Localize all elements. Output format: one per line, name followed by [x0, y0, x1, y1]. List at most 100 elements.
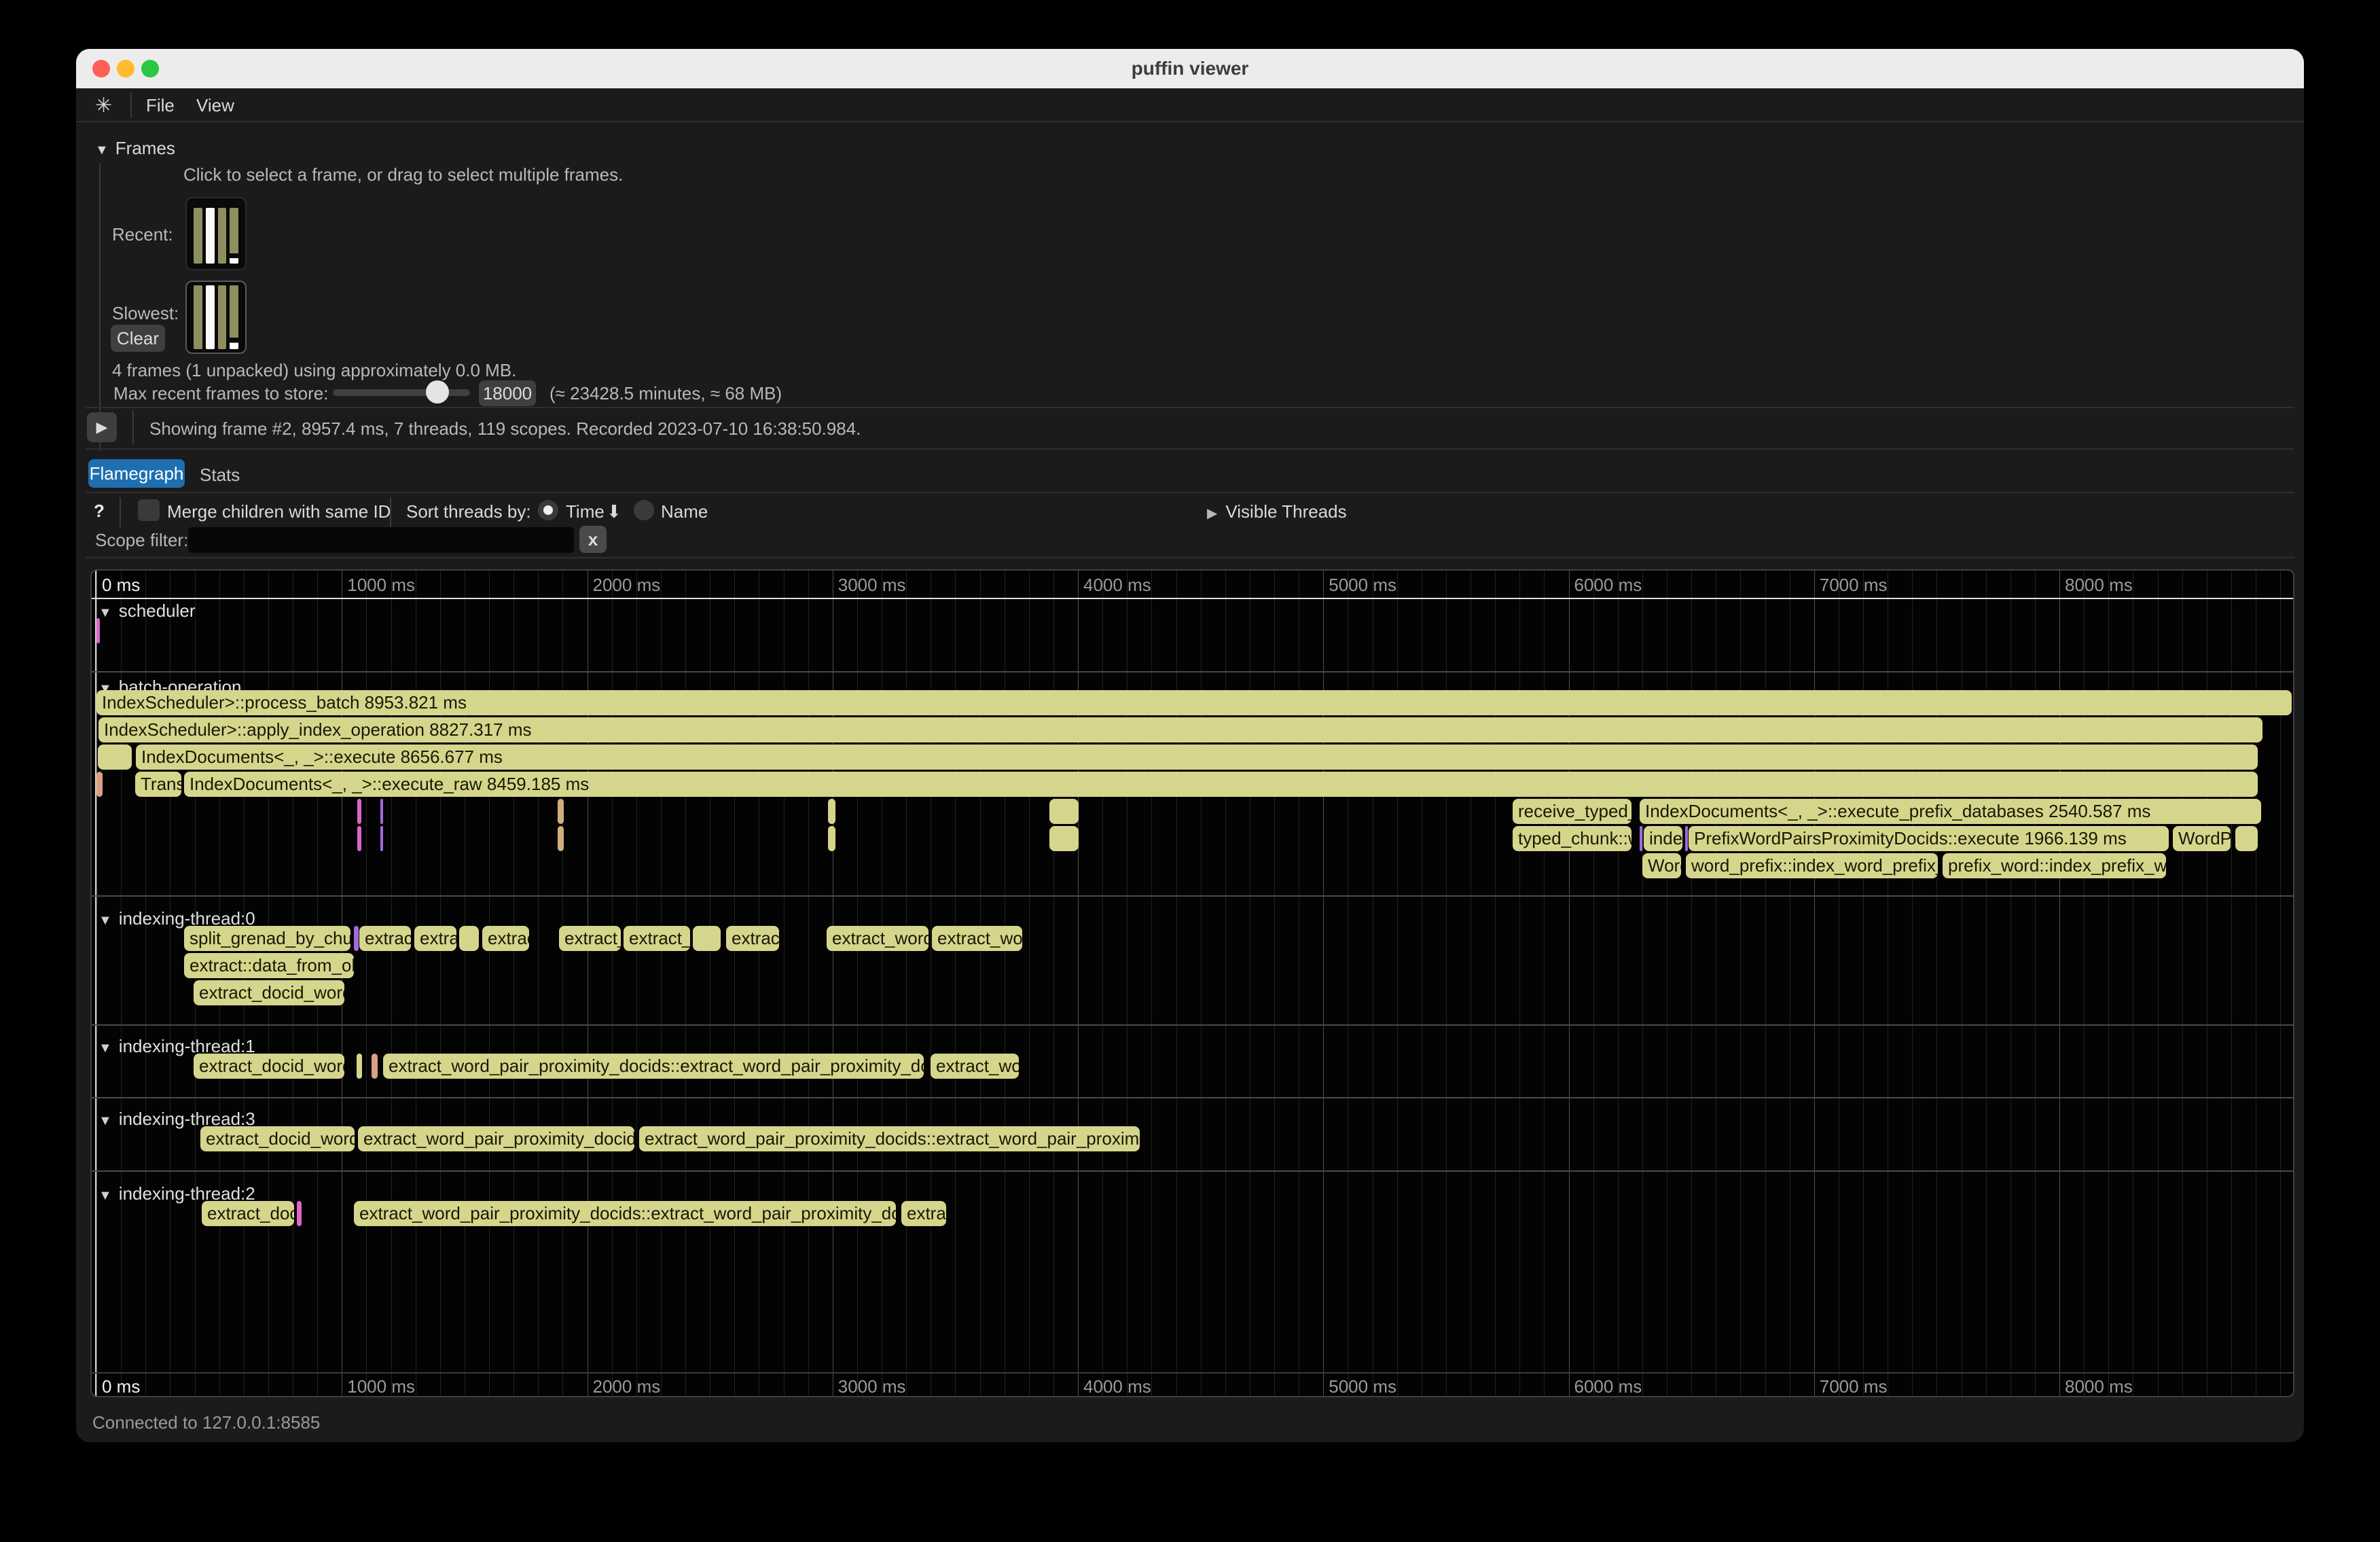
app-asterisk-icon[interactable]: ✳ — [95, 94, 112, 118]
flame-bar[interactable] — [1640, 826, 1642, 851]
flame-bar[interactable]: extract_word_pair_proximity_docids — [358, 1126, 634, 1151]
axis-baseline — [92, 598, 2293, 599]
play-button[interactable]: ▶ — [87, 412, 117, 442]
scope-filter-input[interactable] — [188, 527, 574, 553]
flame-bar[interactable]: IndexScheduler>::process_batch 8953.821 … — [96, 690, 2292, 715]
tab-flamegraph[interactable]: Flamegraph — [88, 459, 185, 488]
titlebar: puffin viewer — [76, 49, 2304, 88]
flame-bar[interactable]: extract_word — [827, 926, 928, 951]
axis-tick-label: 1000 ms — [347, 1376, 415, 1397]
slowest-frames-thumbnail[interactable] — [185, 281, 247, 354]
flame-bar[interactable]: split_grenad_by_chun — [184, 926, 350, 951]
flame-bar[interactable]: extract_doc — [202, 1201, 294, 1226]
help-button[interactable]: ? — [94, 501, 105, 522]
visible-threads-header[interactable]: ▶Visible Threads — [1207, 501, 1347, 522]
scope-filter-clear-button[interactable]: x — [579, 526, 607, 553]
flame-bar[interactable] — [2235, 826, 2258, 851]
flame-bar[interactable]: IndexDocuments<_, _>::execute_raw 8459.1… — [184, 772, 2258, 797]
flame-bar[interactable] — [357, 799, 361, 824]
merge-children-checkbox[interactable] — [138, 499, 160, 521]
flame-bar[interactable] — [354, 926, 359, 951]
tab-stats[interactable]: Stats — [200, 465, 240, 486]
flame-bar[interactable]: extrac — [901, 1201, 946, 1226]
flame-bar[interactable] — [1049, 826, 1079, 851]
flame-bar[interactable]: typed_chunk::w — [1513, 826, 1631, 851]
flame-bar[interactable] — [98, 745, 132, 770]
axis-tick-label: 3000 ms — [838, 575, 906, 596]
collapse-triangle-icon: ▼ — [95, 143, 109, 158]
recent-label: Recent: — [112, 224, 173, 245]
flame-bar[interactable]: extract_ — [559, 926, 621, 951]
axis-tick-label: 6000 ms — [1574, 575, 1642, 596]
flame-bar[interactable]: extract_docid_word — [200, 1126, 355, 1151]
collapse-triangle-icon: ▼ — [98, 1188, 112, 1203]
frame-bar — [206, 208, 215, 264]
flame-bar[interactable]: extract_wo — [931, 1054, 1019, 1079]
flame-bar[interactable] — [459, 926, 479, 951]
flame-bar[interactable]: Word — [1642, 853, 1681, 878]
flame-bar[interactable] — [372, 1054, 378, 1079]
flame-bar[interactable] — [357, 1054, 362, 1079]
flame-bar[interactable]: WordPr — [2173, 826, 2231, 851]
frame-bar — [194, 208, 202, 264]
collapse-triangle-icon: ▼ — [98, 1113, 112, 1128]
collapse-triangle-icon: ▼ — [98, 913, 112, 928]
frame-bar — [194, 285, 202, 349]
flame-bar[interactable]: IndexScheduler>::apply_index_operation 8… — [98, 717, 2262, 742]
flame-bar[interactable]: extra — [414, 926, 456, 951]
max-frames-slider[interactable] — [333, 389, 470, 396]
flame-bar[interactable]: IndexDocuments<_, _>::execute_prefix_dat… — [1640, 799, 2261, 824]
menu-view[interactable]: View — [196, 88, 234, 122]
axis-tick-label: 7000 ms — [1820, 575, 1888, 596]
window-title: puffin viewer — [76, 49, 2304, 88]
flame-bar[interactable]: extract_docid_word — [194, 980, 344, 1005]
axis-tick-label: 4000 ms — [1083, 575, 1151, 596]
flame-bar[interactable] — [357, 826, 361, 851]
clear-button[interactable]: Clear — [111, 325, 165, 352]
sort-time-radio[interactable] — [538, 500, 558, 520]
flame-bar[interactable]: extract_wo — [932, 926, 1022, 951]
slider-knob[interactable] — [426, 380, 449, 404]
flame-bar[interactable] — [693, 926, 721, 951]
flame-bar[interactable]: index — [1644, 826, 1682, 851]
axis-tick-label: 3000 ms — [838, 1376, 906, 1397]
flame-bar[interactable] — [380, 826, 383, 851]
flame-bar[interactable] — [297, 1201, 302, 1226]
flame-bar[interactable]: word_prefix::index_word_prefix_ — [1686, 853, 1938, 878]
flame-bar[interactable] — [828, 826, 835, 851]
thread-header[interactable]: ▼scheduler — [98, 600, 196, 622]
flame-bar[interactable] — [380, 799, 383, 824]
flame-bar[interactable]: IndexDocuments<_, _>::execute 8656.677 m… — [136, 745, 2258, 770]
connection-status: Connected to 127.0.0.1:8585 — [92, 1412, 320, 1433]
flame-bar[interactable]: PrefixWordPairsProximityDocids::execute … — [1689, 826, 2169, 851]
thread-separator — [92, 895, 2293, 897]
flame-bar[interactable]: extract::data_from_ob — [184, 953, 354, 978]
flame-bar[interactable]: extract — [359, 926, 411, 951]
sort-name-radio[interactable] — [634, 500, 654, 520]
flame-bar[interactable] — [96, 618, 100, 643]
flame-bar[interactable]: extract_ — [624, 926, 690, 951]
flame-bar[interactable] — [828, 799, 835, 824]
flame-bar[interactable]: Trans — [135, 772, 181, 797]
flame-bar[interactable]: extract_word_pair_proximity_docids::extr… — [639, 1126, 1140, 1151]
flame-bar[interactable] — [1049, 799, 1079, 824]
flame-bar[interactable]: extract_word_pair_proximity_docids::extr… — [354, 1201, 896, 1226]
scope-filter-label: Scope filter: — [95, 530, 188, 551]
menu-file[interactable]: File — [146, 88, 175, 122]
flame-bar[interactable]: extrac — [482, 926, 529, 951]
flame-bar[interactable] — [558, 799, 564, 824]
flame-bar[interactable] — [558, 826, 564, 851]
flamegraph-panel[interactable]: 0 ms1000 ms2000 ms3000 ms4000 ms5000 ms6… — [90, 569, 2294, 1397]
flame-bar[interactable] — [96, 772, 103, 797]
flame-bar[interactable]: extract — [726, 926, 779, 951]
flame-bar[interactable]: receive_typed_ — [1513, 799, 1631, 824]
flame-bar[interactable]: prefix_word::index_prefix_wo — [1943, 853, 2166, 878]
flame-bar[interactable]: extract_word_pair_proximity_docids::extr… — [383, 1054, 924, 1079]
frames-header[interactable]: ▼Frames — [95, 138, 175, 159]
collapse-triangle-icon: ▼ — [98, 1041, 112, 1056]
sort-direction-arrow-icon[interactable]: ⬇ — [607, 501, 621, 522]
recent-frames-thumbnail[interactable] — [185, 197, 247, 270]
max-frames-value[interactable]: 18000 — [479, 380, 536, 406]
flame-bar[interactable]: extract_docid_word — [194, 1054, 344, 1079]
flame-bar[interactable] — [1685, 826, 1688, 851]
